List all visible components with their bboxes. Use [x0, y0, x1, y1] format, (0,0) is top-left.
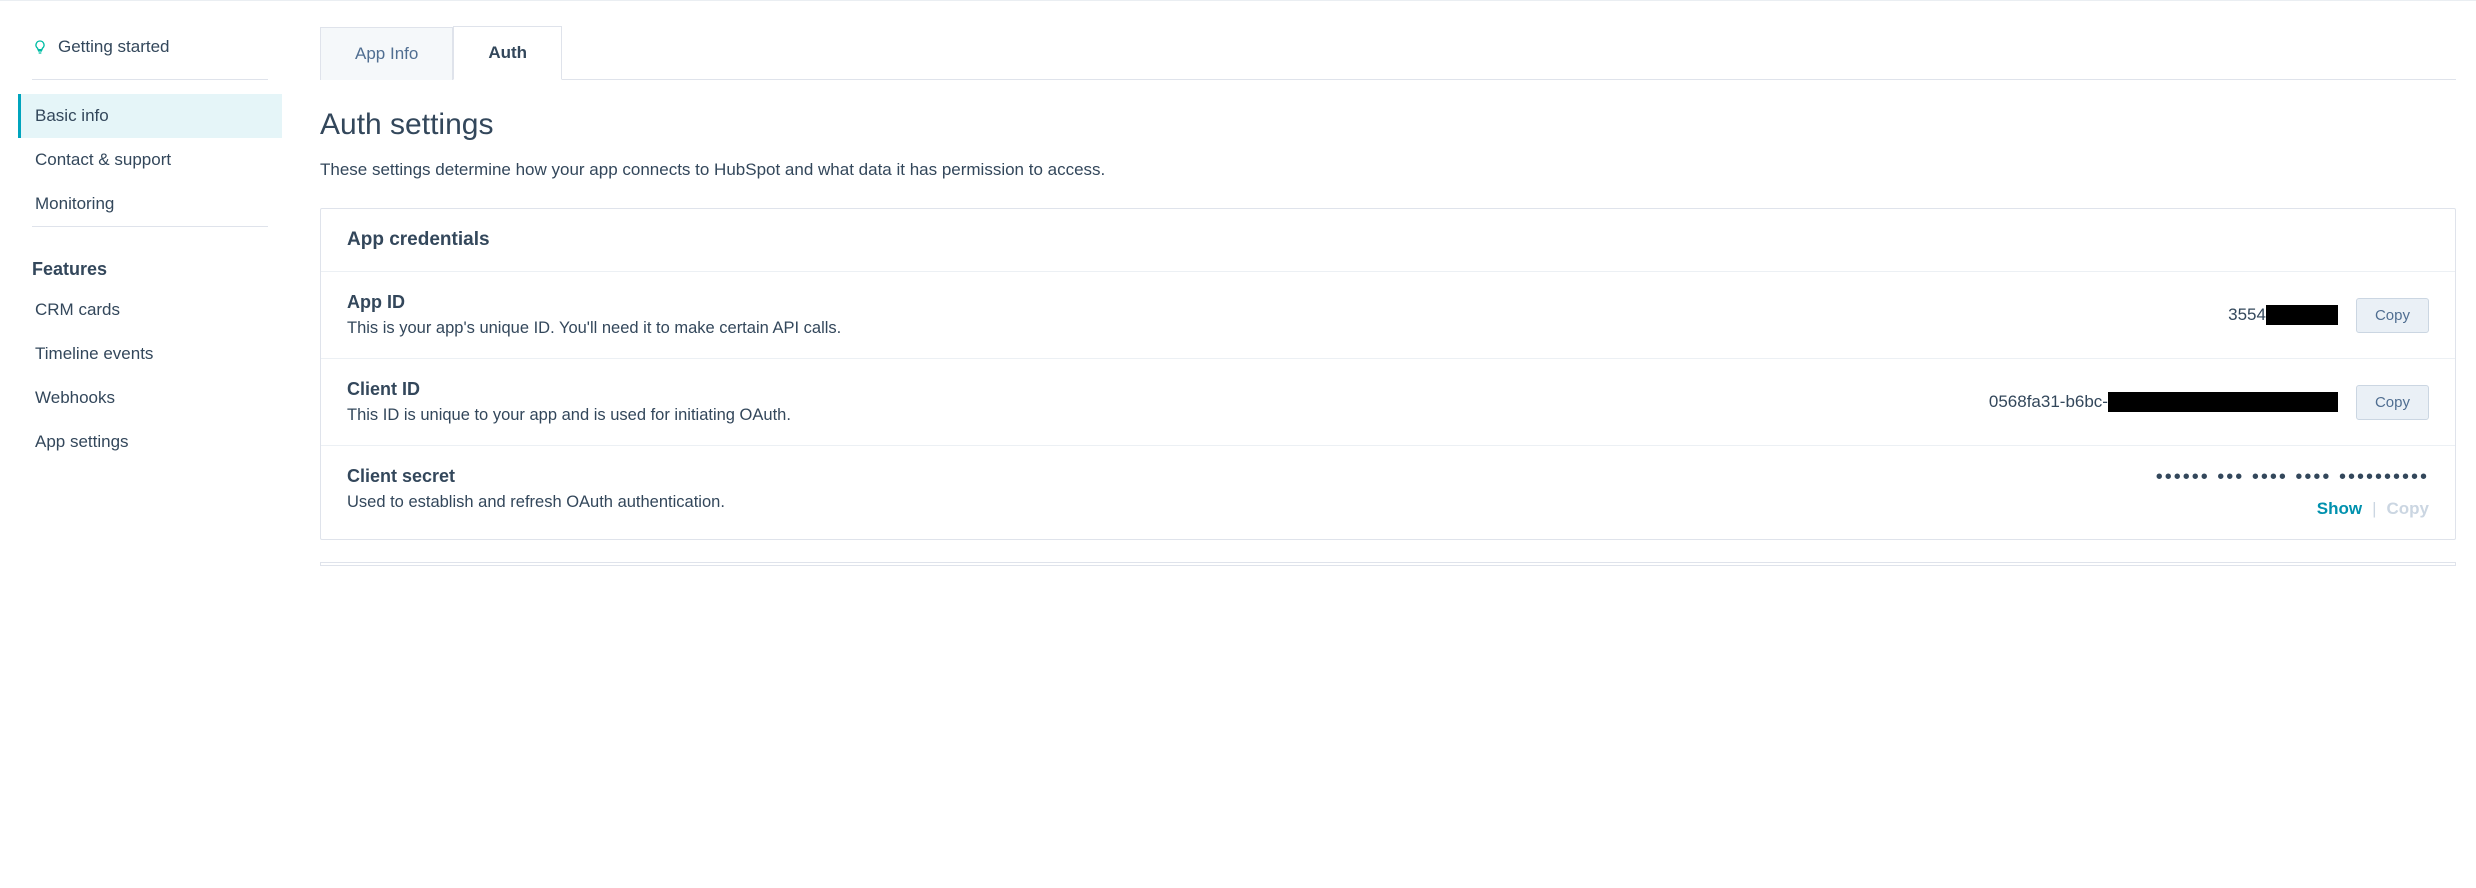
- sidebar-item-crm-cards[interactable]: CRM cards: [18, 288, 282, 332]
- cred-desc: This ID is unique to your app and is use…: [347, 406, 1969, 425]
- lightbulb-icon: [32, 39, 48, 55]
- cred-desc: Used to establish and refresh OAuth auth…: [347, 493, 2136, 512]
- client-id-prefix: 0568fa31-b6bc-: [1989, 392, 2108, 412]
- tab-label: Auth: [488, 43, 527, 62]
- redacted-block: [2108, 392, 2338, 412]
- app-credentials-panel: App credentials App ID This is your app'…: [320, 208, 2456, 540]
- sidebar-features-heading: Features: [18, 241, 282, 288]
- cred-text: Client secret Used to establish and refr…: [347, 466, 2136, 512]
- cred-text: App ID This is your app's unique ID. You…: [347, 292, 2208, 338]
- sidebar-item-webhooks[interactable]: Webhooks: [18, 376, 282, 420]
- copy-app-id-button[interactable]: Copy: [2356, 298, 2429, 333]
- sidebar-item-basic-info[interactable]: Basic info: [18, 94, 282, 138]
- show-secret-link[interactable]: Show: [2317, 499, 2362, 519]
- sidebar-item-label: Basic info: [35, 106, 109, 125]
- sidebar: Getting started Basic info Contact & sup…: [0, 1, 300, 606]
- app-id-value: 3554: [2228, 305, 2338, 325]
- tab-auth[interactable]: Auth: [453, 26, 562, 80]
- sidebar-getting-started[interactable]: Getting started: [18, 29, 282, 79]
- secret-right: •••••• ••• •••• •••• •••••••••• Show | C…: [2156, 466, 2429, 519]
- client-id-value: 0568fa31-b6bc-: [1989, 392, 2338, 412]
- sidebar-separator: [32, 79, 268, 80]
- sidebar-getting-started-label: Getting started: [58, 37, 170, 57]
- cred-text: Client ID This ID is unique to your app …: [347, 379, 1969, 425]
- tab-app-info[interactable]: App Info: [320, 27, 453, 80]
- sidebar-item-monitoring[interactable]: Monitoring: [18, 182, 282, 226]
- tabs: App Info Auth: [320, 25, 2456, 80]
- sidebar-item-label: App settings: [35, 432, 129, 451]
- sidebar-item-label: Monitoring: [35, 194, 114, 213]
- sidebar-item-label: CRM cards: [35, 300, 120, 319]
- copy-client-id-button[interactable]: Copy: [2356, 385, 2429, 420]
- sidebar-separator: [32, 226, 268, 227]
- cred-value-wrap: 3554 Copy: [2228, 298, 2429, 333]
- sidebar-item-timeline-events[interactable]: Timeline events: [18, 332, 282, 376]
- cred-title: Client ID: [347, 379, 1969, 400]
- app-id-prefix: 3554: [2228, 305, 2266, 325]
- main-content: App Info Auth Auth settings These settin…: [300, 1, 2476, 606]
- page-description: These settings determine how your app co…: [320, 160, 2456, 180]
- next-panel-top: [320, 562, 2456, 566]
- cred-title: Client secret: [347, 466, 2136, 487]
- copy-secret-link[interactable]: Copy: [2387, 499, 2430, 519]
- sidebar-item-app-settings[interactable]: App settings: [18, 420, 282, 464]
- sidebar-item-label: Timeline events: [35, 344, 153, 363]
- tab-label: App Info: [355, 44, 418, 63]
- action-separator: |: [2372, 499, 2376, 519]
- client-secret-masked: •••••• ••• •••• •••• ••••••••••: [2156, 466, 2429, 489]
- sidebar-item-contact-support[interactable]: Contact & support: [18, 138, 282, 182]
- redacted-block: [2266, 305, 2338, 325]
- cred-desc: This is your app's unique ID. You'll nee…: [347, 319, 2208, 338]
- secret-actions: Show | Copy: [2317, 499, 2429, 519]
- panel-heading: App credentials: [321, 209, 2455, 272]
- cred-title: App ID: [347, 292, 2208, 313]
- page-title: Auth settings: [320, 108, 2456, 142]
- cred-value-wrap: 0568fa31-b6bc- Copy: [1989, 385, 2429, 420]
- page-root: Getting started Basic info Contact & sup…: [0, 0, 2476, 606]
- cred-row-client-id: Client ID This ID is unique to your app …: [321, 359, 2455, 446]
- sidebar-item-label: Contact & support: [35, 150, 171, 169]
- sidebar-item-label: Webhooks: [35, 388, 115, 407]
- cred-row-app-id: App ID This is your app's unique ID. You…: [321, 272, 2455, 359]
- cred-row-client-secret: Client secret Used to establish and refr…: [321, 446, 2455, 539]
